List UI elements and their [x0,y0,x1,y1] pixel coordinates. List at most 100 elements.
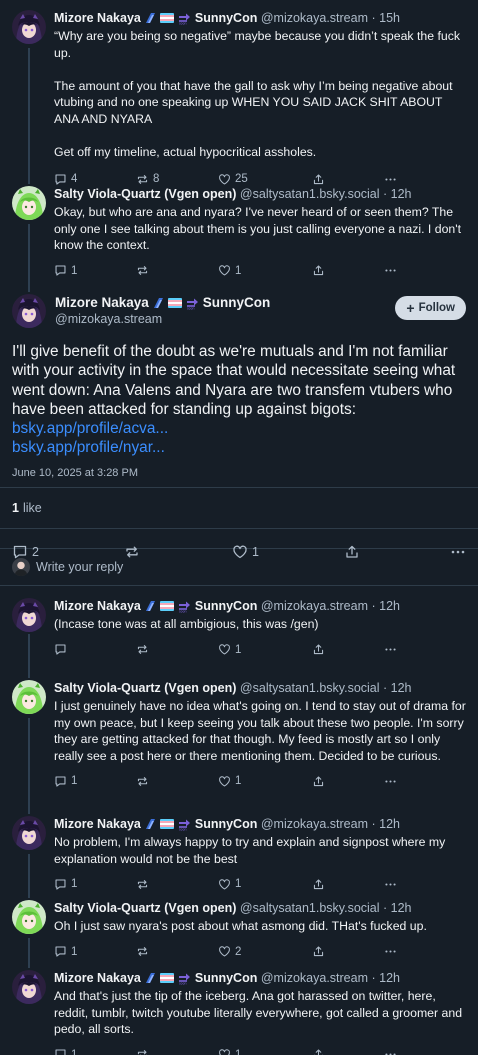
author-handle[interactable]: @mizokaya.stream [261,599,368,613]
follow-button[interactable]: + Follow [395,296,466,320]
share-icon [312,264,325,277]
more-options-button[interactable] [384,643,397,656]
reply-button[interactable] [54,643,136,656]
avatar[interactable] [12,970,46,1004]
share-button[interactable] [344,544,436,560]
avatar[interactable] [12,900,46,934]
author-name[interactable]: Mizore Nakaya [54,599,141,613]
share-icon [312,643,325,656]
reply-post[interactable]: Salty Viola-Quartz (Vgen open) @saltysat… [0,890,478,960]
like-button[interactable]: 1 [218,264,312,277]
reply-post[interactable]: Mizore Nakaya SunnyCon @mizokaya.stream ·… [0,586,478,670]
likes-summary[interactable]: 1 like [0,486,478,529]
repost-button[interactable] [136,878,218,891]
author-name[interactable]: Salty Viola-Quartz (Vgen open) [54,901,236,915]
author-name[interactable]: Mizore Nakaya [54,817,141,831]
author-handle[interactable]: @saltysatan1.bsky.social [240,187,380,201]
more-options-button[interactable] [450,544,466,560]
thread-line [28,670,30,678]
post-text: I just genuinely have no idea what's goi… [54,699,470,763]
reply-post[interactable]: Mizore Nakaya SunnyCon @mizokaya.stream ·… [0,806,478,890]
thread-line [28,224,30,284]
avatar[interactable] [12,680,46,714]
share-button[interactable] [312,1048,384,1055]
like-count: 1 [235,264,242,277]
post-time: · 15h [371,11,401,25]
repost-button[interactable] [136,775,218,788]
repost-button[interactable] [136,643,218,656]
more-options-button[interactable] [384,264,397,277]
author-handle[interactable]: @mizokaya.stream [261,11,368,25]
avatar[interactable] [12,186,46,220]
heart-icon [232,544,248,560]
soon-arrow-icon [178,972,191,985]
post-time: · 12h [383,187,412,201]
reply-post[interactable]: Salty Viola-Quartz (Vgen open) @saltysat… [0,670,478,806]
share-button[interactable] [312,775,384,788]
reply-count: 1 [71,878,78,890]
heart-icon [218,264,231,277]
reply-button[interactable]: 2 [12,544,124,560]
focused-post: Mizore Nakaya SunnyCon @mizokaya.stream +… [0,284,478,559]
avatar[interactable] [12,816,46,850]
reply-button[interactable]: 1 [54,775,136,788]
like-button[interactable]: 1 [218,643,312,656]
like-button[interactable]: 1 [218,1048,312,1055]
more-icon [450,544,466,560]
post-text: “Why are you being so negative” maybe be… [54,29,461,159]
share-button[interactable] [312,878,384,891]
repost-button[interactable] [136,1048,218,1055]
author-name[interactable]: Salty Viola-Quartz (Vgen open) [54,187,236,201]
more-options-button[interactable] [384,775,397,788]
like-button[interactable]: 1 [218,878,312,891]
link-ana-valens[interactable]: bsky.app/profile/acva... [12,419,466,438]
author-handle[interactable]: @saltysatan1.bsky.social [240,901,380,915]
like-count: 1 [252,544,259,559]
repost-button[interactable] [136,945,218,958]
heart-icon [218,878,231,891]
reply-button[interactable]: 1 [54,945,136,958]
thread-line [28,718,30,806]
author-name[interactable]: Mizore Nakaya [54,11,141,25]
author-name[interactable]: Mizore Nakaya [54,971,141,985]
author-name[interactable]: Salty Viola-Quartz (Vgen open) [54,681,236,695]
share-button[interactable] [312,264,384,277]
author-handle[interactable]: @mizokaya.stream [261,971,368,985]
author-handle[interactable]: @mizokaya.stream [55,311,270,328]
share-icon [312,878,325,891]
post-text: Oh I just saw nyara's post about what as… [54,919,427,933]
more-options-button[interactable] [384,878,397,891]
author-name[interactable]: Mizore Nakaya [55,295,149,310]
reply-icon [54,1048,67,1055]
reply-list: Mizore Nakaya SunnyCon @mizokaya.stream ·… [0,586,478,1055]
reply-button[interactable]: 1 [54,264,136,277]
more-options-button[interactable] [384,1048,397,1055]
more-icon [384,643,397,656]
share-button[interactable] [312,643,384,656]
wing-icon [145,818,156,830]
thread-post[interactable]: Salty Viola-Quartz (Vgen open) @saltysat… [0,176,478,284]
post-time: · 12h [383,681,412,695]
badge-group [153,297,199,310]
avatar[interactable] [12,598,46,632]
link-nyara[interactable]: bsky.app/profile/nyar... [12,438,466,457]
avatar[interactable] [12,294,46,328]
author-handle[interactable]: @mizokaya.stream [261,817,368,831]
like-button[interactable]: 1 [218,775,312,788]
share-button[interactable] [312,945,384,958]
like-button[interactable]: 2 [218,945,312,958]
avatar[interactable] [12,10,46,44]
author-handle[interactable]: @saltysatan1.bsky.social [240,681,380,695]
more-options-button[interactable] [384,945,397,958]
reply-button[interactable]: 1 [54,1048,136,1055]
post-header: Mizore Nakaya SunnyCon @mizokaya.stream ·… [54,970,466,987]
reply-button[interactable]: 1 [54,878,136,891]
author-name-suffix: SunnyCon [202,295,271,310]
repost-button[interactable] [136,264,218,277]
reply-post[interactable]: Mizore Nakaya SunnyCon @mizokaya.stream ·… [0,960,478,1055]
like-button[interactable]: 1 [232,544,344,560]
repost-button[interactable] [124,544,232,560]
share-icon [312,1048,325,1055]
wing-icon [145,600,156,612]
thread-post[interactable]: Mizore Nakaya SunnyCon @mizokaya.stream ·… [0,0,478,185]
